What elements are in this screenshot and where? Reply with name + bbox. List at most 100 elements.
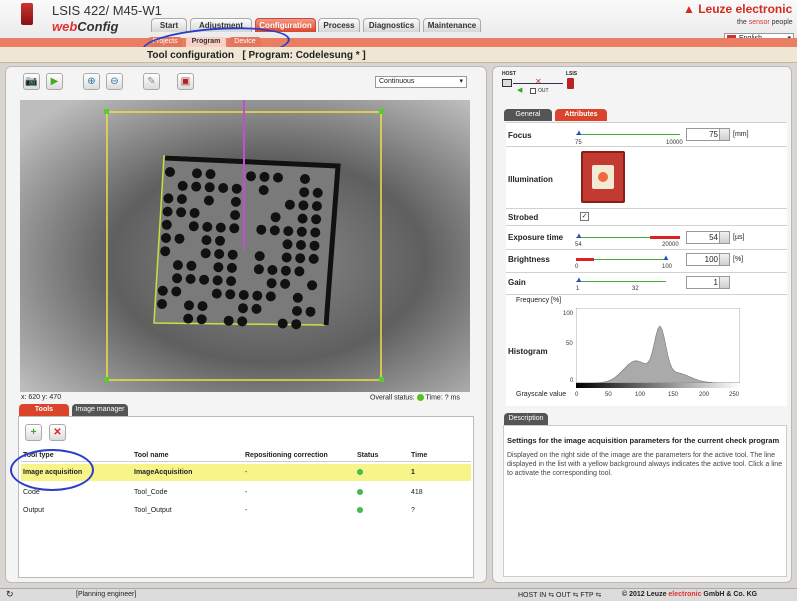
tab-process[interactable]: Process xyxy=(318,18,360,32)
subnav-bar xyxy=(0,38,797,47)
tab-tools[interactable]: Tools xyxy=(19,404,69,416)
illumination-label: Illumination xyxy=(508,175,553,184)
hist-ytick: 0 xyxy=(570,378,574,384)
gain-thumb[interactable]: ▲ xyxy=(575,275,583,284)
delete-icon: ✕ xyxy=(53,427,62,438)
refresh-icon[interactable]: ↻ xyxy=(6,589,14,600)
brightness-thumb[interactable]: ▲ xyxy=(662,253,670,262)
disconnect-icon: ✕ xyxy=(535,77,542,86)
gain-value[interactable]: 1 xyxy=(686,276,730,289)
add-icon: + xyxy=(30,427,37,438)
row-name: Tool_Output xyxy=(134,507,172,514)
led-icon xyxy=(598,172,608,182)
highlight-circle-tool xyxy=(10,449,94,491)
copyright-post: GmbH & Co. KG xyxy=(701,591,758,598)
exposure-min: 54 xyxy=(575,242,582,248)
hist-xtick: 200 xyxy=(699,392,710,398)
wrench-icon: ✎ xyxy=(147,76,156,87)
tab-image-manager[interactable]: Image manager xyxy=(72,404,128,416)
brand-name: Leuze electronic xyxy=(698,2,793,16)
gain-slider[interactable] xyxy=(576,281,666,282)
exposure-value[interactable]: 54 xyxy=(686,231,730,244)
param-gain-row xyxy=(506,272,787,294)
strobed-checkbox[interactable]: ✓ xyxy=(580,212,589,221)
row-name: Tool_Code xyxy=(134,489,168,496)
brightness-value[interactable]: 100 xyxy=(686,253,730,266)
tab-maintenance[interactable]: Maintenance xyxy=(423,18,481,32)
param-strobed-row xyxy=(506,208,787,225)
row-repos: - xyxy=(245,507,248,514)
zoom-out-button[interactable]: ⊖ xyxy=(106,73,123,90)
save-icon: ▣ xyxy=(180,76,191,87)
page-title: Tool configuration [ Program: Codelesung… xyxy=(147,50,366,61)
title-strip xyxy=(0,47,797,63)
tab-start[interactable]: Start xyxy=(151,18,187,32)
device-icon xyxy=(21,3,33,25)
row-type: Output xyxy=(23,507,45,514)
brightness-label: Brightness xyxy=(508,255,550,264)
tab-diagnostics[interactable]: Diagnostics xyxy=(363,18,420,32)
exposure-thumb[interactable]: ▲ xyxy=(575,231,583,240)
exposure-slider-red xyxy=(650,236,680,239)
focus-thumb[interactable]: ▲ xyxy=(575,128,583,137)
zoom-in-button[interactable]: ⊕ xyxy=(83,73,100,90)
wrench-button[interactable]: ✎ xyxy=(143,73,160,90)
tab-general[interactable]: General xyxy=(504,109,552,121)
camera-icon: 📷 xyxy=(25,76,38,87)
hist-xtick: 100 xyxy=(635,392,646,398)
add-tool-button[interactable]: + xyxy=(25,424,42,441)
delete-tool-button[interactable]: ✕ xyxy=(49,424,66,441)
row-time: 418 xyxy=(411,489,423,496)
brand-logo: ▲ Leuze electronic xyxy=(683,2,793,16)
col-status: Status xyxy=(357,452,379,459)
app-logo: webConfig xyxy=(52,19,118,34)
user-role: [Planning engineer] xyxy=(76,591,137,598)
lsis-label: LSIS xyxy=(566,71,578,77)
hist-ytick: 50 xyxy=(566,341,573,347)
zoom-in-icon: ⊕ xyxy=(87,76,96,87)
mode-select[interactable]: Continuous ▾ xyxy=(375,76,467,88)
brightness-min: 0 xyxy=(575,264,579,270)
brand-tagline: the sensor people xyxy=(737,19,793,26)
focus-slider-red xyxy=(662,133,680,136)
out-label: OUT xyxy=(538,88,549,94)
camera-image[interactable] xyxy=(20,100,470,392)
copyright-pre: © 2012 Leuze xyxy=(622,591,669,598)
histogram-label: Histogram xyxy=(508,347,548,356)
out-checkbox[interactable] xyxy=(530,88,536,94)
histogram-xlabel: Grayscale value xyxy=(516,391,567,398)
row-time: 1 xyxy=(411,469,415,476)
connection-status: HOST IN ⇆ OUT ⇆ FTP ⇆ xyxy=(518,592,602,599)
camera-button[interactable]: 📷 xyxy=(23,73,40,90)
copyright-electronic: electronic xyxy=(668,591,702,598)
tab-attributes[interactable]: Attributes xyxy=(555,109,607,121)
focus-unit: [mm] xyxy=(733,131,749,138)
play-button[interactable]: ▶ xyxy=(46,73,63,90)
exposure-max: 20000 xyxy=(662,242,679,248)
focus-value[interactable]: 75 xyxy=(686,128,730,141)
tagline-post: people xyxy=(769,19,793,26)
play-icon: ▶ xyxy=(50,76,59,87)
focus-label: Focus xyxy=(508,131,532,140)
gain-max: 32 xyxy=(632,286,639,292)
col-repositioning: Repositioning correction xyxy=(245,452,328,459)
col-tool-name: Tool name xyxy=(134,452,169,459)
product-name: LSIS 422/ M45-W1 xyxy=(52,3,162,18)
gain-label: Gain xyxy=(508,278,526,287)
tagline-sensor: sensor xyxy=(748,19,770,26)
illumination-selector[interactable] xyxy=(581,151,625,203)
description-box xyxy=(503,425,787,577)
copyright: © 2012 Leuze electronic GmbH & Co. KG xyxy=(622,591,757,598)
host-pc-icon xyxy=(502,79,512,87)
overall-label: Overall status: xyxy=(370,394,415,402)
app-logo-web: web xyxy=(52,19,78,34)
status-ok-icon xyxy=(357,489,363,495)
row-name: ImageAcquisition xyxy=(134,469,193,476)
tagline-pre: the xyxy=(737,19,749,26)
tab-description[interactable]: Description xyxy=(504,413,548,425)
hist-xtick: 0 xyxy=(575,392,579,398)
time-label: Time: ? ms xyxy=(425,394,460,402)
hist-xtick: 150 xyxy=(668,392,679,398)
sensor-icon xyxy=(567,78,574,89)
save-image-button[interactable]: ▣ xyxy=(177,73,194,90)
